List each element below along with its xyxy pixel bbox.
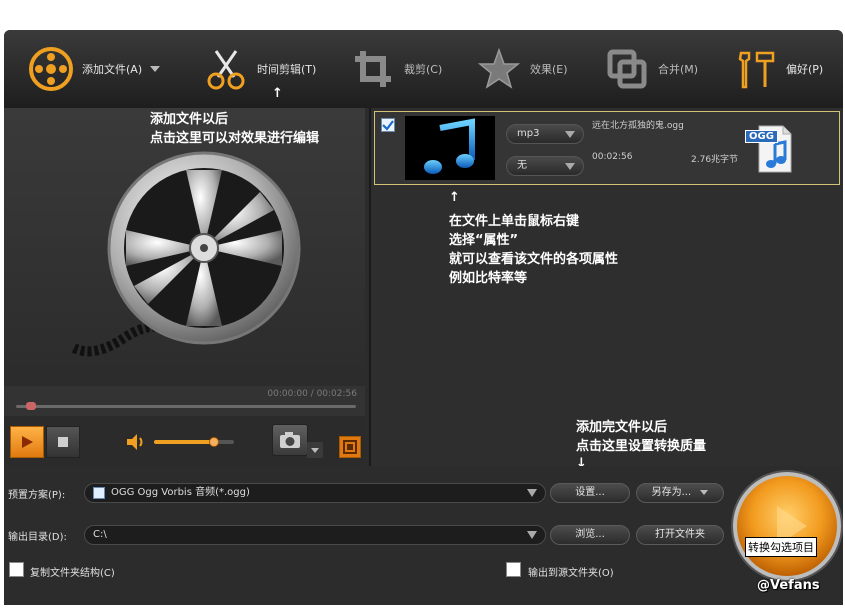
film-reel-icon	[26, 44, 76, 94]
effects-label: 效果(E)	[530, 63, 568, 76]
tools-icon	[730, 44, 780, 94]
camera-icon	[280, 432, 300, 448]
save-as-button[interactable]: 另存为...	[636, 483, 724, 503]
scissors-icon	[201, 44, 251, 94]
chevron-down-icon	[311, 447, 319, 453]
play-button[interactable]	[10, 426, 44, 458]
browse-button[interactable]: 浏览...	[550, 525, 630, 545]
volume-slider[interactable]	[154, 437, 234, 447]
merge-icon	[602, 44, 652, 94]
file-size: 2.76兆字节	[691, 155, 739, 165]
file-checkbox[interactable]	[381, 118, 395, 132]
convert-button-label[interactable]: 转换勾选项目	[745, 537, 817, 557]
file-type-badge: OGG	[745, 130, 778, 143]
output-to-source-checkbox[interactable]	[506, 562, 521, 577]
subtitle-value: 无	[517, 160, 527, 171]
file-duration: 00:02:56	[592, 152, 633, 162]
chevron-down-icon	[565, 163, 575, 170]
effects-hint-line-1: 添加文件以后	[150, 112, 229, 127]
arrow-up-icon: ↑	[272, 86, 283, 101]
preferences-button[interactable]: 偏好(P)	[730, 44, 823, 94]
chevron-down-icon	[527, 489, 537, 497]
properties-hint: 在文件上单击鼠标右键 选择“属性” 就可以查看该文件的各项属性 例如比特率等	[449, 212, 618, 288]
play-icon	[777, 506, 807, 546]
preview-pane	[4, 108, 365, 416]
play-icon	[22, 436, 33, 448]
chevron-down-icon	[565, 131, 575, 138]
subtitle-dropdown[interactable]: 无	[506, 156, 584, 176]
fullscreen-button[interactable]	[339, 436, 361, 458]
output-dir-label: 输出目录(D):	[8, 532, 67, 543]
output-dir-dropdown[interactable]: C:\	[84, 525, 546, 545]
chevron-down-icon	[527, 531, 537, 539]
stop-button[interactable]	[46, 426, 80, 458]
merge-button[interactable]: 合并(M)	[602, 44, 698, 94]
format-value: mp3	[517, 128, 540, 139]
properties-hint-line-3: 就可以查看该文件的各项属性	[449, 252, 619, 267]
star-icon	[474, 44, 524, 94]
file-item[interactable]: mp3 无 远在北方孤独的鬼.ogg 00:02:56 2.76兆字节 OGG	[374, 111, 840, 185]
settings-hint: 添加完文件以后 点击这里设置转换质量	[576, 418, 706, 456]
copy-structure-checkbox[interactable]	[9, 562, 24, 577]
file-name: 远在北方孤独的鬼.ogg	[592, 121, 684, 131]
properties-hint-line-4: 例如比特率等	[449, 271, 528, 286]
output-dir-value: C:\	[93, 529, 107, 540]
snapshot-button[interactable]	[272, 424, 308, 456]
music-note-thumbnail-icon	[405, 116, 495, 180]
properties-hint-line-1: 在文件上单击鼠标右键	[449, 214, 580, 229]
volume-fill	[154, 440, 214, 444]
effects-hint: 添加文件以后 点击这里可以对效果进行编辑	[150, 110, 319, 148]
toolbar: 添加文件(A) 时间剪辑(T) 裁剪(C) 效果(E) 合并(M) 偏好(P)	[4, 30, 843, 108]
crop-label: 裁剪(C)	[404, 63, 443, 76]
preset-value: OGG Ogg Vorbis 音频(*.ogg)	[111, 487, 250, 498]
crop-button[interactable]: 裁剪(C)	[348, 44, 442, 94]
app-window: 添加文件(A) 时间剪辑(T) 裁剪(C) 效果(E) 合并(M) 偏好(P) …	[4, 30, 843, 605]
preset-label: 预置方案(P):	[8, 490, 66, 501]
settings-hint-line-2: 点击这里设置转换质量	[576, 439, 707, 454]
effects-button[interactable]: 效果(E)	[474, 44, 568, 94]
chevron-down-icon[interactable]	[150, 66, 161, 72]
arrow-up-icon: ↑	[449, 190, 460, 205]
time-readout: 00:00:00 / 00:02:56	[267, 389, 357, 399]
ogg-preset-icon	[93, 487, 105, 499]
volume-handle[interactable]	[209, 437, 219, 447]
seek-bar[interactable]	[16, 405, 356, 408]
seek-handle[interactable]	[26, 402, 37, 410]
merge-label: 合并(M)	[658, 63, 699, 76]
format-dropdown[interactable]: mp3	[506, 124, 584, 144]
settings-button[interactable]: 设置...	[550, 483, 630, 503]
settings-hint-line-1: 添加完文件以后	[576, 420, 668, 435]
film-reel-logo-icon	[64, 148, 304, 378]
time-clip-label: 时间剪辑(T)	[257, 63, 317, 76]
seek-area: 00:00:00 / 00:02:56	[4, 386, 365, 416]
open-folder-button[interactable]: 打开文件夹	[636, 525, 724, 545]
output-to-source-label: 输出到源文件夹(O)	[528, 568, 614, 579]
save-as-label: 另存为...	[651, 487, 692, 498]
output-settings-panel: 预置方案(P): OGG Ogg Vorbis 音频(*.ogg) 设置... …	[4, 466, 843, 605]
add-file-label: 添加文件(A)	[82, 63, 143, 76]
properties-hint-line-2: 选择“属性”	[449, 233, 519, 248]
playback-controls	[4, 416, 365, 466]
add-file-button[interactable]: 添加文件(A)	[26, 44, 161, 94]
copy-structure-label: 复制文件夹结构(C)	[30, 568, 115, 579]
chevron-down-icon	[700, 489, 709, 495]
crop-icon	[348, 44, 398, 94]
checkmark-icon	[382, 120, 394, 131]
stop-icon	[58, 437, 68, 447]
ogg-file-icon: OGG	[745, 124, 795, 174]
snapshot-dropdown[interactable]	[307, 442, 323, 458]
watermark: @Vefans	[757, 578, 820, 593]
effects-hint-line-2: 点击这里可以对效果进行编辑	[150, 131, 320, 146]
time-clip-button[interactable]: 时间剪辑(T)	[201, 44, 316, 94]
convert-button[interactable]	[733, 472, 841, 580]
preferences-label: 偏好(P)	[786, 63, 824, 76]
volume-icon[interactable]	[124, 432, 146, 452]
fullscreen-icon	[343, 440, 357, 454]
preset-dropdown[interactable]: OGG Ogg Vorbis 音频(*.ogg)	[84, 483, 546, 503]
